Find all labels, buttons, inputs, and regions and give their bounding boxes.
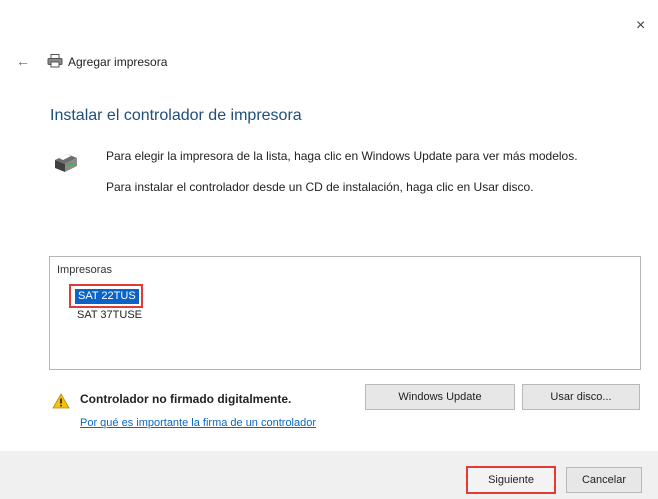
page-heading: Instalar el controlador de impresora	[50, 107, 302, 124]
next-button[interactable]: Siguiente	[466, 466, 556, 494]
cancel-button[interactable]: Cancelar	[566, 467, 642, 493]
unsigned-driver-warning: Controlador no firmado digitalmente.	[80, 392, 292, 406]
printer-list[interactable]: Impresoras SAT 22TUS SAT 37TUSE	[49, 256, 641, 370]
use-disk-button[interactable]: Usar disco...	[522, 384, 640, 410]
signature-info-link[interactable]: Por qué es importante la firma de un con…	[80, 417, 316, 429]
printer-list-header: Impresoras	[57, 264, 113, 276]
list-item-label: SAT 22TUS	[75, 289, 139, 304]
window-title: Agregar impresora	[68, 55, 168, 69]
list-item-selected[interactable]: SAT 22TUS	[69, 284, 143, 308]
close-icon[interactable]: ×	[636, 18, 645, 34]
description-choose-printer: Para elegir la impresora de la lista, ha…	[106, 149, 578, 163]
windows-update-button[interactable]: Windows Update	[365, 384, 515, 410]
back-arrow-icon[interactable]: ←	[16, 53, 30, 69]
warning-icon	[52, 393, 70, 409]
footer-bar	[0, 451, 658, 499]
description-install-from-cd: Para instalar el controlador desde un CD…	[106, 180, 534, 194]
printer-driver-icon	[55, 154, 77, 172]
list-item[interactable]: SAT 37TUSE	[77, 309, 142, 321]
printer-icon	[47, 54, 63, 68]
